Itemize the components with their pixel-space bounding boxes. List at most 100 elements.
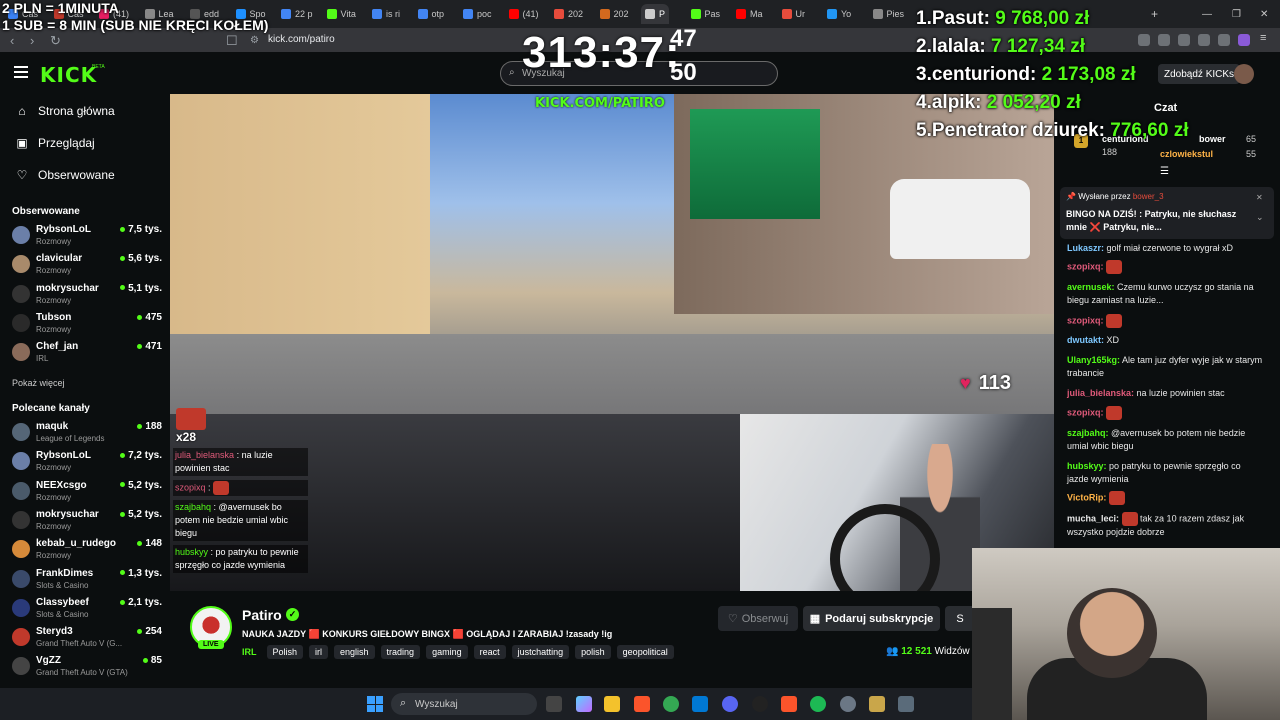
overlay-chat-text: : (208, 482, 211, 493)
gift-subscription-button[interactable]: ▦ Podaruj subskrypcje (803, 606, 940, 631)
stream-tag[interactable]: irl (309, 645, 329, 659)
sidebar-nav-home[interactable]: ⌂ Strona główna (16, 104, 114, 118)
chat-username[interactable]: Ulany165kg: (1067, 355, 1120, 365)
sidebar-channel[interactable]: clavicular Rozmowy 5,6 tys. (12, 253, 162, 279)
app-icon[interactable] (869, 696, 885, 712)
filter-icon[interactable]: ☰ (1160, 166, 1169, 177)
reload-icon[interactable]: ↻ (50, 33, 61, 49)
browser-tab[interactable]: Pies (869, 4, 909, 24)
stream-tag[interactable]: justchatting (511, 645, 570, 659)
browser-tab[interactable]: P (641, 4, 670, 24)
spotify-icon[interactable] (810, 696, 826, 712)
forward-icon[interactable]: › (30, 33, 34, 48)
browser-tab[interactable]: Yo (823, 4, 855, 24)
chat-username[interactable]: julia_bielanska: (1067, 388, 1134, 398)
sidebar-icon[interactable] (1158, 34, 1170, 46)
chat-username[interactable]: avernusek: (1067, 282, 1115, 292)
back-icon[interactable]: ‹ (10, 33, 14, 48)
browser-tab[interactable]: Ur (778, 4, 810, 24)
obs-icon[interactable] (752, 696, 768, 712)
get-kicks-button[interactable]: Zdobądź KICKs (1158, 64, 1241, 84)
gifter-count: 188 (1102, 147, 1118, 157)
chat-username[interactable]: VictoRip: (1067, 492, 1106, 502)
browser-tab[interactable]: otp (414, 4, 449, 24)
site-info-icon[interactable]: ⚙ (250, 35, 259, 46)
sidebar-channel[interactable]: FrankDimes Slots & Casino 1,3 tys. (12, 568, 162, 594)
show-more-link[interactable]: Pokaż więcej (12, 378, 65, 388)
maximize-icon[interactable]: ❐ (1228, 4, 1245, 24)
new-tab-icon[interactable]: + (1147, 4, 1162, 24)
sidebar-channel[interactable]: mokrysuchar Rozmowy 5,2 tys. (12, 509, 162, 535)
browser-tab[interactable]: (41) (505, 4, 543, 24)
minimize-icon[interactable]: — (1198, 4, 1216, 24)
chat-username[interactable]: hubskyy: (1067, 461, 1107, 471)
tab-favicon-icon (463, 9, 473, 19)
sidebar-nav-browse[interactable]: ▣ Przeglądaj (16, 136, 94, 150)
chrome-icon[interactable] (663, 696, 679, 712)
extension-icon[interactable] (1198, 34, 1210, 46)
stream-tag[interactable]: polish (575, 645, 611, 659)
user-avatar[interactable] (1234, 64, 1254, 84)
browser-tab[interactable]: Vita (323, 4, 360, 24)
stream-tag[interactable]: english (334, 645, 375, 659)
chat-username[interactable]: szopixq: (1067, 315, 1104, 325)
sidebar-channel[interactable]: NEEXcsgo Rozmowy 5,2 tys. (12, 480, 162, 506)
chevron-down-icon[interactable]: ⌄ (1256, 212, 1264, 223)
sidebar-channel[interactable]: Steryd3 Grand Theft Auto V (G... 254 (12, 626, 162, 652)
sidebar-channel[interactable]: mokrysuchar Rozmowy 5,1 tys. (12, 283, 162, 309)
chat-username[interactable]: szajbahq: (1067, 428, 1109, 438)
chat-username[interactable]: szopixq: (1067, 261, 1104, 271)
sidebar-channel[interactable]: kebab_u_rudego Rozmowy 148 (12, 538, 162, 564)
music-icon[interactable] (1138, 34, 1150, 46)
stream-tag[interactable]: gaming (426, 645, 468, 659)
store-icon[interactable] (692, 696, 708, 712)
sidebar-channel[interactable]: Chef_jan IRL 471 (12, 341, 162, 367)
kick-logo[interactable]: KICK (40, 63, 97, 87)
streamer-name[interactable]: Patiro (242, 607, 282, 623)
stream-tag[interactable]: react (473, 645, 506, 659)
stream-tag[interactable]: trading (380, 645, 421, 659)
sidebar-channel[interactable]: RybsonLoL Rozmowy 7,5 tys. (12, 224, 162, 250)
profile-icon[interactable] (1238, 34, 1250, 46)
menu-hamburger-icon[interactable] (14, 66, 28, 78)
sidebar-channel[interactable]: RybsonLoL Rozmowy 7,2 tys. (12, 450, 162, 476)
bookmark-icon[interactable]: ☐ (226, 33, 238, 49)
calculator-icon[interactable] (898, 696, 914, 712)
wallet-icon[interactable] (1178, 34, 1190, 46)
browser-tab[interactable]: is ri (368, 4, 404, 24)
browser-tab[interactable]: poc (459, 4, 496, 24)
taskbar-search-input[interactable] (391, 693, 537, 715)
browser-tab[interactable]: 22 p (277, 4, 317, 24)
chat-username[interactable]: mucha_leci: (1067, 513, 1119, 523)
chat-username[interactable]: szopixq: (1067, 407, 1104, 417)
task-view-icon[interactable] (546, 696, 562, 712)
brave-browser-active-icon[interactable] (781, 696, 797, 712)
follow-button[interactable]: ♡ Obserwuj (718, 606, 798, 631)
stream-tag[interactable]: Polish (266, 645, 304, 659)
menu-icon[interactable]: ≡ (1260, 32, 1272, 44)
browser-tab[interactable]: Ma (732, 4, 767, 24)
stream-tag[interactable]: geopolitical (616, 645, 674, 659)
sidebar-channel[interactable]: Tubson Rozmowy 475 (12, 312, 162, 338)
sidebar-channel[interactable]: VgZZ Grand Theft Auto V (GTA) 85 (12, 655, 162, 681)
file-explorer-icon[interactable] (604, 696, 620, 712)
browser-tab[interactable]: 202 (550, 4, 587, 24)
settings-gear-icon[interactable] (840, 696, 856, 712)
subscribe-button[interactable]: S (945, 606, 975, 631)
close-icon[interactable]: ✕ (1256, 4, 1272, 24)
browser-tab[interactable]: 202 (596, 4, 633, 24)
browser-tab[interactable]: Pas (687, 4, 725, 24)
windows-start-icon[interactable] (367, 696, 383, 712)
sidebar-channel[interactable]: Classybeef Slots & Casino 2,1 tys. (12, 597, 162, 623)
url-field[interactable]: kick.com/patiro (268, 34, 335, 45)
chat-username[interactable]: dwutakt: (1067, 335, 1104, 345)
unpin-icon[interactable]: ✕ (1256, 193, 1263, 202)
shield-icon[interactable] (1218, 34, 1230, 46)
brave-browser-icon[interactable] (634, 696, 650, 712)
sidebar-channel[interactable]: maquk League of Legends 188 (12, 421, 162, 447)
sidebar-nav-following[interactable]: ♡ Obserwowane (16, 168, 115, 182)
stream-category[interactable]: IRL (242, 647, 257, 657)
copilot-icon[interactable] (576, 696, 592, 712)
chat-username[interactable]: Lukaszr: (1067, 243, 1104, 253)
discord-icon[interactable] (722, 696, 738, 712)
